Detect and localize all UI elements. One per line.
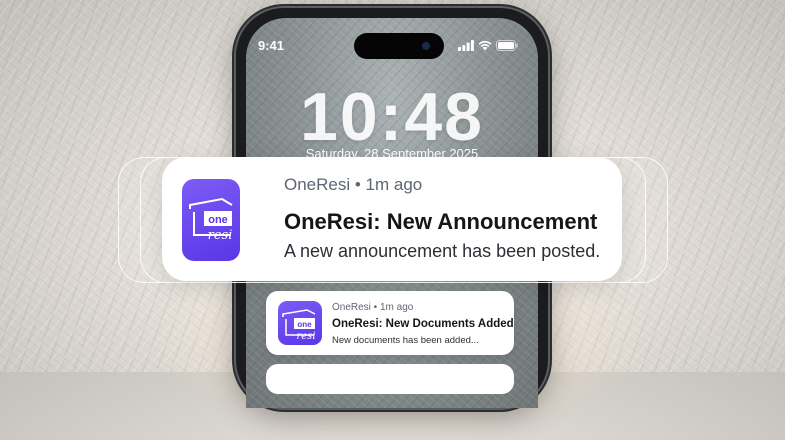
status-bar-time: 9:41 bbox=[258, 38, 285, 53]
camera-icon bbox=[422, 42, 430, 50]
battery-icon bbox=[496, 40, 518, 51]
notification-app-time: OneResi • 1m ago bbox=[284, 175, 423, 194]
notification-body: New documents has been added... bbox=[332, 335, 479, 346]
oneresi-logo-icon: one resi bbox=[189, 197, 233, 243]
oneresi-app-icon: one resi bbox=[278, 301, 322, 345]
notification-app-time: OneResi • 1m ago bbox=[332, 302, 414, 313]
notification-body: A new announcement has been posted. bbox=[284, 241, 601, 261]
status-bar-icons bbox=[458, 40, 518, 51]
svg-text:one: one bbox=[297, 320, 312, 329]
dynamic-island bbox=[354, 33, 444, 59]
svg-text:resi: resi bbox=[296, 331, 315, 342]
oneresi-app-icon: one resi bbox=[182, 179, 240, 261]
oneresi-logo-icon: one resi bbox=[282, 309, 316, 342]
notification-card-partial[interactable] bbox=[266, 364, 514, 394]
lock-screen-clock: 10:48 bbox=[300, 79, 484, 155]
notification-card-documents[interactable]: one resi OneResi • 1m ago OneResi: New D… bbox=[266, 291, 514, 355]
notification-title: OneResi: New Documents Added bbox=[332, 318, 514, 330]
svg-text:one: one bbox=[208, 214, 228, 226]
signal-icon bbox=[458, 40, 474, 51]
notification-card-announcement[interactable]: one resi OneResi • 1m ago OneResi: New A… bbox=[162, 157, 622, 281]
wifi-icon bbox=[478, 40, 492, 51]
notification-title: OneResi: New Announcement bbox=[284, 209, 598, 234]
svg-text:resi: resi bbox=[208, 228, 233, 243]
